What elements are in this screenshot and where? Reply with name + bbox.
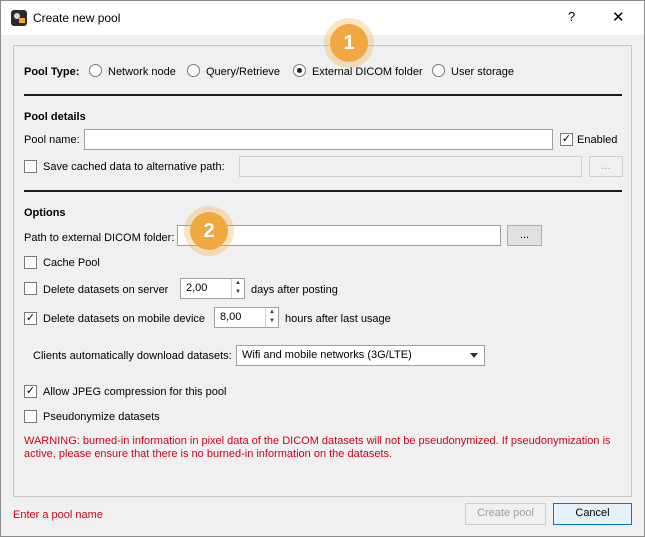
spin-arrows-icon[interactable]: ▲ ▼	[231, 279, 244, 298]
pool-details-heading: Pool details	[24, 111, 86, 123]
radio-query-retrieve[interactable]	[187, 64, 200, 77]
enabled-label[interactable]: Enabled	[577, 134, 617, 146]
auto-download-value: Wifi and mobile networks (3G/LTE)	[242, 349, 412, 361]
radio-user-storage-label[interactable]: User storage	[451, 66, 514, 78]
chevron-down-icon	[470, 353, 478, 358]
delete-mobile-suffix: hours after last usage	[285, 313, 391, 325]
delete-mobile-label[interactable]: Delete datasets on mobile device	[43, 313, 205, 325]
separator	[24, 94, 622, 96]
create-pool-dialog: Create new pool ? ✕ Pool Type: Network n…	[0, 0, 645, 537]
spin-arrows-icon[interactable]: ▲ ▼	[265, 308, 278, 327]
title-bar: Create new pool ? ✕	[1, 1, 644, 35]
callout-badge-1: 1	[330, 24, 368, 62]
radio-network-node[interactable]	[89, 64, 102, 77]
status-message: Enter a pool name	[13, 509, 103, 521]
jpeg-checkbox[interactable]: ✓	[24, 385, 37, 398]
cache-pool-label[interactable]: Cache Pool	[43, 257, 100, 269]
alt-path-checkbox[interactable]	[24, 160, 37, 173]
dialog-panel: Pool Type: Network node Query/Retrieve E…	[13, 45, 632, 497]
radio-external-dicom-folder-label[interactable]: External DICOM folder	[312, 66, 423, 78]
jpeg-label[interactable]: Allow JPEG compression for this pool	[43, 386, 226, 398]
auto-download-combobox[interactable]: Wifi and mobile networks (3G/LTE)	[236, 345, 485, 366]
delete-server-spinbox[interactable]: 2,00 ▲ ▼	[180, 278, 245, 299]
radio-network-node-label[interactable]: Network node	[108, 66, 176, 78]
pool-name-input[interactable]	[84, 129, 553, 150]
window-title: Create new pool	[33, 11, 121, 25]
help-button[interactable]: ?	[568, 9, 575, 24]
delete-mobile-spinbox[interactable]: 8,00 ▲ ▼	[214, 307, 279, 328]
alt-path-browse-button[interactable]: ...	[589, 156, 623, 177]
delete-server-value: 2,00	[186, 282, 208, 294]
radio-external-dicom-folder[interactable]	[293, 64, 306, 77]
delete-mobile-checkbox[interactable]: ✓	[24, 312, 37, 325]
alt-path-label[interactable]: Save cached data to alternative path:	[43, 161, 225, 173]
radio-user-storage[interactable]	[432, 64, 445, 77]
delete-server-label[interactable]: Delete datasets on server	[43, 284, 168, 296]
delete-server-suffix: days after posting	[251, 284, 338, 296]
delete-mobile-value: 8,00	[220, 311, 242, 323]
callout-badge-2: 2	[190, 212, 228, 250]
separator	[24, 190, 622, 192]
pseudonymize-label[interactable]: Pseudonymize datasets	[43, 411, 160, 423]
pseudonymize-checkbox[interactable]	[24, 410, 37, 423]
alt-path-input[interactable]	[239, 156, 582, 177]
radio-query-retrieve-label[interactable]: Query/Retrieve	[206, 66, 280, 78]
warning-text-line-2: active, please ensure that there is no b…	[24, 448, 393, 460]
auto-download-label: Clients automatically download datasets:	[33, 350, 232, 362]
dicom-path-browse-button[interactable]: ...	[507, 225, 542, 246]
dicom-path-label: Path to external DICOM folder:	[24, 232, 175, 244]
warning-text-line-1: WARNING: burned-in information in pixel …	[24, 435, 611, 447]
app-logo-icon	[11, 10, 27, 26]
close-button[interactable]: ✕	[612, 8, 625, 26]
cache-pool-checkbox[interactable]	[24, 256, 37, 269]
pool-name-label: Pool name:	[24, 134, 80, 146]
enabled-checkbox[interactable]: ✓	[560, 133, 573, 146]
delete-server-checkbox[interactable]	[24, 282, 37, 295]
create-pool-button[interactable]: Create pool	[465, 503, 546, 525]
pool-type-label: Pool Type:	[24, 66, 80, 78]
options-heading: Options	[24, 207, 66, 219]
cancel-button[interactable]: Cancel	[553, 503, 632, 525]
